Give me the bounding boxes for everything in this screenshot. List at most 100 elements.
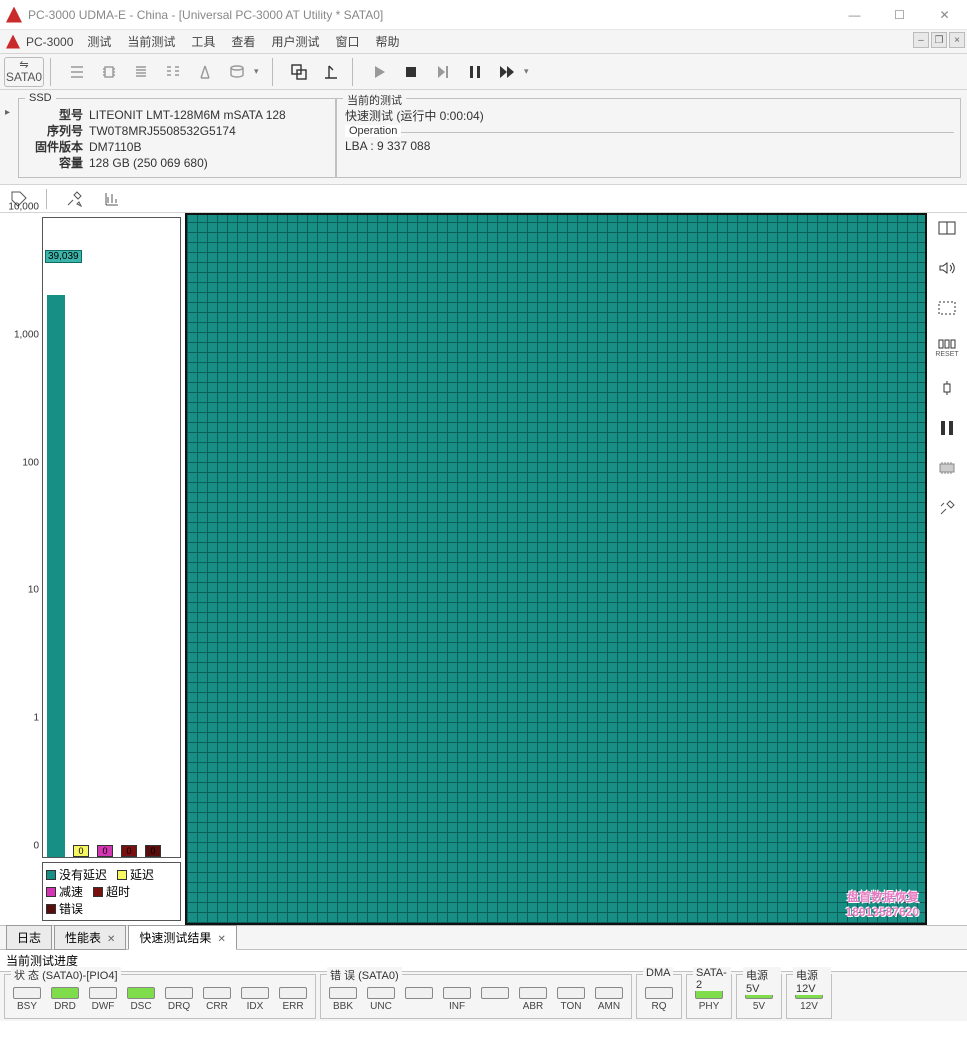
tb-compass-icon[interactable] <box>190 57 220 87</box>
led-indicator <box>367 987 395 999</box>
tb-chip-icon[interactable] <box>94 57 124 87</box>
mdi-minimize[interactable]: – <box>913 32 929 48</box>
led-label: AMN <box>598 1001 620 1012</box>
status-group: 状 态 (SATA0)-[PIO4]BSYDRDDWFDSCDRQCRRIDXE… <box>4 974 316 1019</box>
stop-button[interactable] <box>396 57 426 87</box>
device-panel: ▸ SSD 型号LITEONIT LMT-128M6M mSATA 128 序列… <box>18 98 336 178</box>
gt-tools-icon[interactable] <box>63 188 85 210</box>
operation-label: Operation <box>345 125 401 137</box>
led-indicator <box>595 987 623 999</box>
side-pause-icon[interactable] <box>934 417 960 439</box>
led-indicator <box>645 987 673 999</box>
tb-windows-icon[interactable] <box>284 57 314 87</box>
side-nav-icon[interactable] <box>934 217 960 239</box>
led-item: RQ <box>643 987 675 1014</box>
led-indicator <box>405 987 433 999</box>
device-serial: TW0T8MRJ5508532G5174 <box>89 123 236 139</box>
tb-list-icon[interactable] <box>126 57 156 87</box>
maximize-button[interactable]: ☐ <box>877 0 922 30</box>
toolbar: ⇋ SATA0 ▾ ▾ <box>0 54 967 90</box>
led-item: IDX <box>239 987 271 1014</box>
status-group: DMARQ <box>636 974 682 1019</box>
test-group-label: 当前的测试 <box>343 92 406 108</box>
app-icon <box>6 35 20 49</box>
tab-log[interactable]: 日志 <box>6 925 52 950</box>
menu-current-test[interactable]: 当前测试 <box>127 33 175 50</box>
side-resistor-icon[interactable] <box>934 377 960 399</box>
tb-dropdown[interactable]: ▾ <box>254 66 266 77</box>
category-bar: 0 <box>97 845 113 857</box>
status-group: 电源 12V12V <box>786 974 832 1019</box>
bar-label: 39,039 <box>45 250 82 263</box>
led-label: INF <box>449 1001 465 1012</box>
led-label: 12V <box>800 1001 818 1012</box>
led-label: ABR <box>523 1001 544 1012</box>
expand-icon[interactable]: ▸ <box>5 107 17 123</box>
info-row: ▸ SSD 型号LITEONIT LMT-128M6M mSATA 128 序列… <box>0 90 967 185</box>
led-label: BBK <box>333 1001 353 1012</box>
tb-exit-icon[interactable] <box>316 57 346 87</box>
port-button[interactable]: ⇋ SATA0 <box>4 57 44 87</box>
status-group: 电源 5V5V <box>736 974 782 1019</box>
y-tick: 0 <box>33 841 39 852</box>
led-indicator <box>203 987 231 999</box>
led-label: ERR <box>282 1001 303 1012</box>
bar-nodelay <box>47 295 65 857</box>
led-item: ABR <box>517 987 549 1014</box>
led-item: UNC <box>365 987 397 1014</box>
led-label: RQ <box>652 1001 667 1012</box>
led-label: IDX <box>247 1001 264 1012</box>
side-chip2-icon[interactable] <box>934 457 960 479</box>
led-label: CRR <box>206 1001 228 1012</box>
side-reset-button[interactable]: RESET <box>934 337 960 359</box>
mdi-restore[interactable]: ❐ <box>931 32 947 48</box>
led-label: UNC <box>370 1001 392 1012</box>
led-label: DRD <box>54 1001 76 1012</box>
led-label: DSC <box>130 1001 151 1012</box>
side-board-icon[interactable] <box>934 297 960 319</box>
test-panel: 当前的测试 快速测试 (运行中 0:00:04) Operation LBA :… <box>336 98 961 178</box>
tab-close-icon[interactable]: ✕ <box>107 934 115 945</box>
legend: 没有延迟延迟减速超时错误 <box>42 862 181 921</box>
tb-lines1-icon[interactable] <box>62 57 92 87</box>
status-group-title: 电源 5V <box>743 967 781 995</box>
pause-button[interactable] <box>460 57 490 87</box>
device-model: LITEONIT LMT-128M6M mSATA 128 <box>89 107 286 123</box>
menu-user-test[interactable]: 用户测试 <box>271 33 319 50</box>
mdi-close[interactable]: × <box>949 32 965 48</box>
side-sound-icon[interactable] <box>934 257 960 279</box>
menu-help[interactable]: 帮助 <box>375 33 399 50</box>
ff-dropdown[interactable]: ▾ <box>524 66 536 77</box>
status-group-title: 电源 12V <box>793 967 831 995</box>
play-button[interactable] <box>364 57 394 87</box>
tab-perf[interactable]: 性能表✕ <box>54 925 126 950</box>
category-bar: 0 <box>73 845 89 857</box>
device-firmware: DM7110B <box>89 139 141 155</box>
tab-close-icon[interactable]: ✕ <box>217 934 225 945</box>
y-tick: 1 <box>33 713 39 724</box>
gt-chart-icon[interactable] <box>101 188 123 210</box>
legend-item: 错误 <box>46 900 83 917</box>
sector-grid-panel: 盘首数据恢复 18913587620 <box>185 213 927 925</box>
side-tools2-icon[interactable] <box>934 497 960 519</box>
menu-test[interactable]: 测试 <box>87 33 111 50</box>
y-tick: 10 <box>28 585 39 596</box>
menu-view[interactable]: 查看 <box>231 33 255 50</box>
y-tick: 100 <box>22 457 39 468</box>
tb-hex-icon[interactable] <box>158 57 188 87</box>
menu-window[interactable]: 窗口 <box>335 33 359 50</box>
led-item: DRD <box>49 987 81 1014</box>
minimize-button[interactable]: — <box>832 0 877 30</box>
led-item: DSC <box>125 987 157 1014</box>
legend-item: 没有延迟 <box>46 866 107 883</box>
watermark: 盘首数据恢复 18913587620 <box>846 890 919 919</box>
led-item: TON <box>555 987 587 1014</box>
step-button[interactable] <box>428 57 458 87</box>
tab-results[interactable]: 快速测试结果✕ <box>128 925 236 950</box>
menu-tools[interactable]: 工具 <box>191 33 215 50</box>
title-bar: PC-3000 UDMA-E - China - [Universal PC-3… <box>0 0 967 30</box>
tb-db-icon[interactable] <box>222 57 252 87</box>
led-item: BSY <box>11 987 43 1014</box>
ff-button[interactable] <box>492 57 522 87</box>
close-button[interactable]: ✕ <box>922 0 967 30</box>
